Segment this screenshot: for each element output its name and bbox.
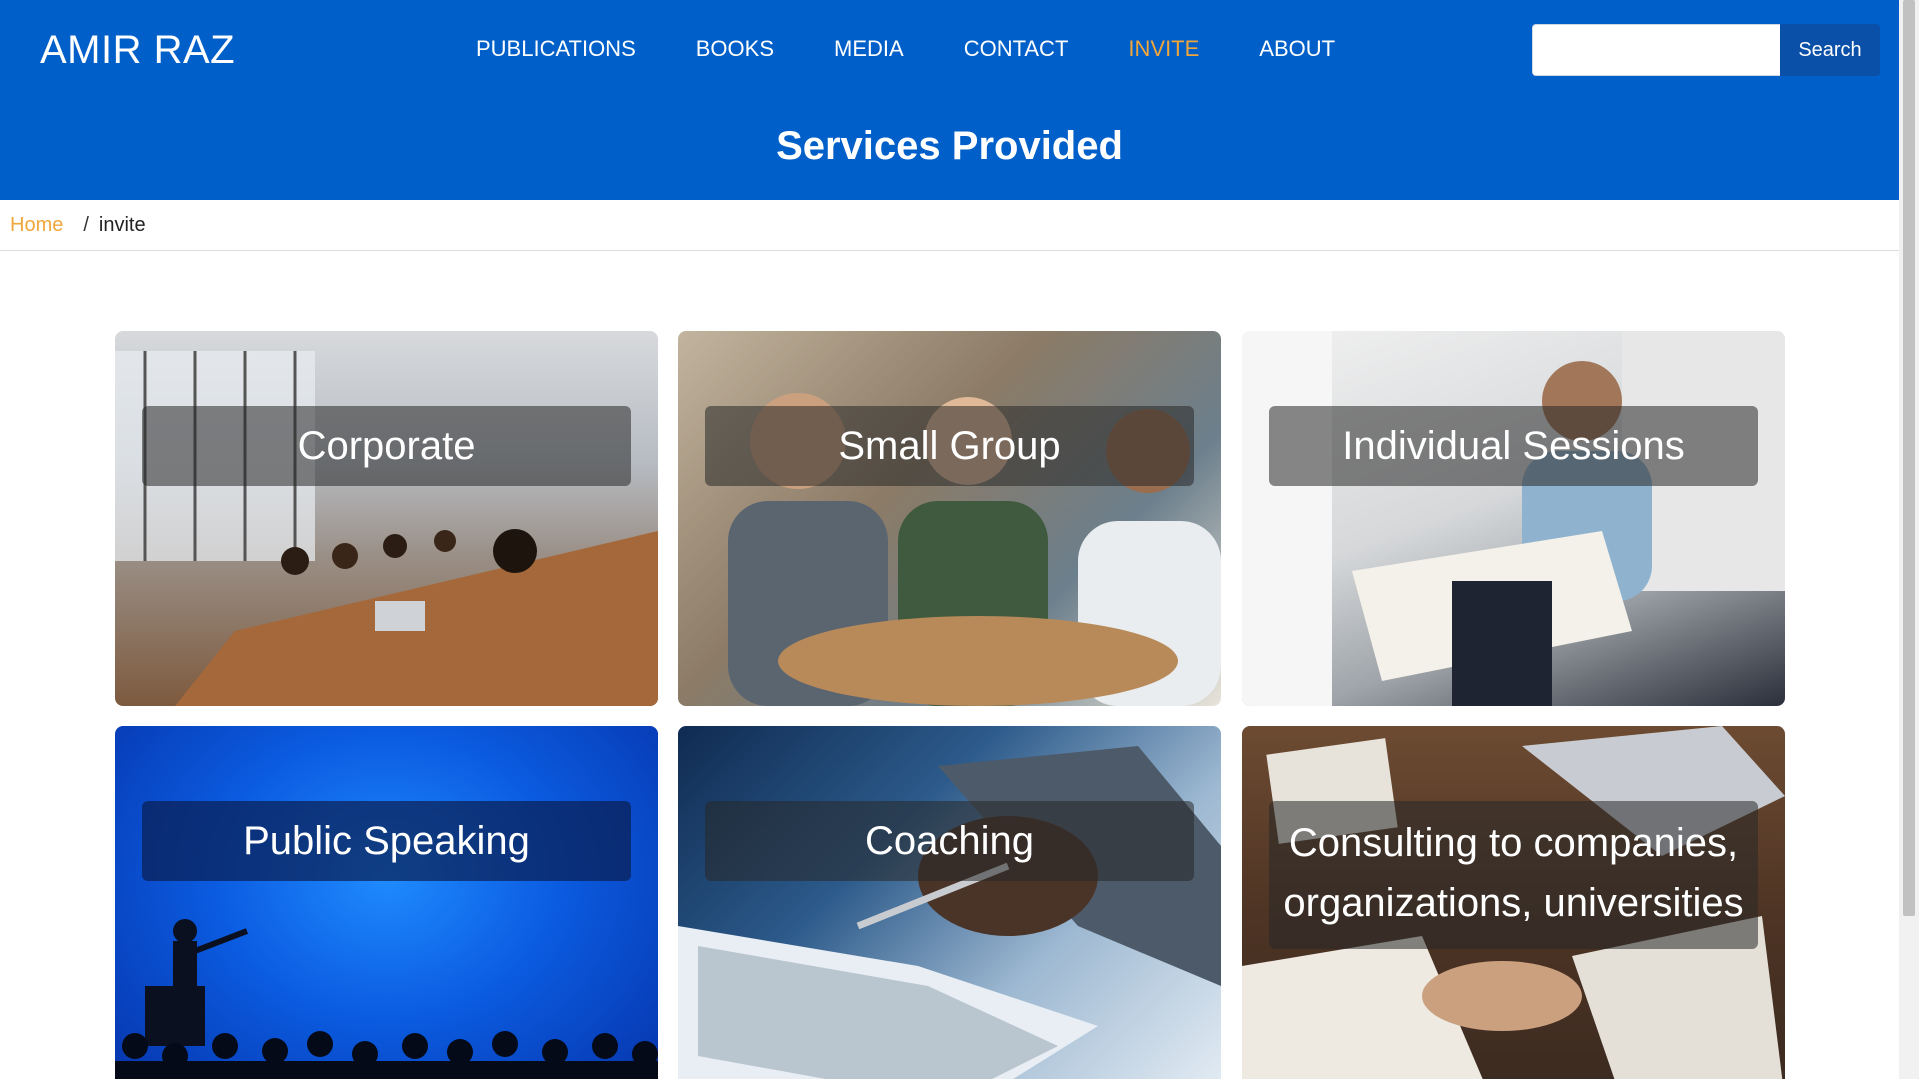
individual-session-image [1242, 331, 1785, 706]
breadcrumb-current: invite [98, 213, 146, 236]
nav-invite[interactable]: INVITE [1128, 36, 1199, 62]
nav-media[interactable]: MEDIA [834, 36, 904, 62]
nav-books[interactable]: BOOKS [696, 36, 774, 62]
breadcrumb-separator: / [83, 213, 89, 236]
service-label: Consulting to companies, organizations, … [1269, 801, 1758, 949]
service-card-public-speaking[interactable]: Public Speaking [115, 726, 658, 1079]
service-label: Public Speaking [142, 801, 631, 881]
conference-room-image [115, 331, 658, 706]
service-card-individual-sessions[interactable]: Individual Sessions [1242, 331, 1785, 706]
search-button[interactable]: Search [1780, 24, 1880, 76]
page-scrollbar[interactable] [1899, 0, 1919, 1079]
service-card-coaching[interactable]: Coaching [678, 726, 1221, 1079]
small-group-image [678, 331, 1221, 706]
page: AMIR RAZ PUBLICATIONS BOOKS MEDIA CONTAC… [0, 0, 1899, 1079]
page-title: Services Provided [776, 124, 1123, 168]
service-label: Coaching [705, 801, 1194, 881]
main-nav: PUBLICATIONS BOOKS MEDIA CONTACT INVITE … [476, 36, 1395, 62]
breadcrumb: Home / invite [0, 200, 1899, 251]
service-card-consulting[interactable]: Consulting to companies, organizations, … [1242, 726, 1785, 1079]
scrollbar-thumb[interactable] [1903, 0, 1915, 916]
public-speaking-image [115, 726, 658, 1079]
coaching-image [678, 726, 1221, 1079]
service-label: Small Group [705, 406, 1194, 486]
search-input[interactable] [1532, 24, 1780, 76]
nav-publications[interactable]: PUBLICATIONS [476, 36, 636, 62]
search-form: Search [1532, 24, 1880, 76]
service-card-corporate[interactable]: Corporate [115, 331, 658, 706]
service-label: Individual Sessions [1269, 406, 1758, 486]
service-card-small-group[interactable]: Small Group [678, 331, 1221, 706]
site-logo[interactable]: AMIR RAZ [40, 28, 235, 73]
nav-contact[interactable]: CONTACT [964, 36, 1069, 62]
nav-about[interactable]: ABOUT [1259, 36, 1335, 62]
service-label: Corporate [142, 406, 631, 486]
site-header: AMIR RAZ PUBLICATIONS BOOKS MEDIA CONTAC… [0, 0, 1899, 200]
breadcrumb-home-link[interactable]: Home [10, 214, 63, 237]
